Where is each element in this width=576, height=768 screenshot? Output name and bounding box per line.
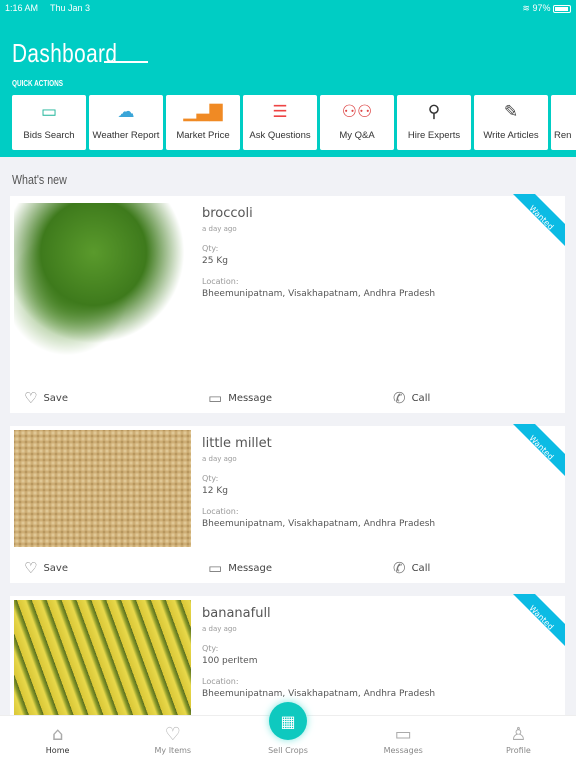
quick-action-write-articles[interactable]: ✎ Write Articles xyxy=(474,95,548,150)
list-item[interactable]: bananafull a day ago Qty: 100 perItem Lo… xyxy=(10,594,565,715)
item-name: broccoli xyxy=(202,206,253,221)
battery-icon xyxy=(553,4,571,13)
weather-icon: ☁ xyxy=(117,102,135,121)
nav-profile[interactable]: ♙ Profile xyxy=(461,716,576,768)
qa-people-icon: ⚇⚇ xyxy=(341,102,373,121)
message-button[interactable]: ▭ Message xyxy=(208,559,272,577)
location-value: Bheemunipatnam, Visakhapatnam, Andhra Pr… xyxy=(202,689,436,699)
status-bar: 1:16 AM Thu Jan 3 ≋ 97% xyxy=(5,3,571,14)
quick-action-partial[interactable]: Ren xyxy=(551,95,576,150)
nav-messages[interactable]: ▭ Messages xyxy=(346,716,461,768)
message-icon: ▭ xyxy=(208,389,223,407)
message-icon: ▭ xyxy=(208,559,223,577)
store-icon: ▦ xyxy=(280,711,296,731)
home-icon: ⌂ xyxy=(51,724,64,745)
call-button[interactable]: ✆ Call xyxy=(393,559,430,577)
qty-value: 25 Kg xyxy=(202,256,228,266)
quick-actions: ▭ Bids Search ☁ Weather Report ▁▃▇ Market P… xyxy=(12,95,576,150)
heart-icon: ♡ xyxy=(24,389,38,407)
item-time: a day ago xyxy=(202,625,237,633)
battery-percent: 97% xyxy=(532,3,551,13)
item-time: a day ago xyxy=(202,455,237,463)
qty-label: Qty: xyxy=(202,474,219,483)
status-date: Thu Jan 3 xyxy=(50,3,91,13)
quick-action-market-price[interactable]: ▁▃▇ Market Price xyxy=(166,95,240,150)
header: 1:16 AM Thu Jan 3 ≋ 97% Dashboard QUICK A… xyxy=(0,0,576,157)
wifi-icon: ≋ xyxy=(522,3,530,13)
sell-crops-button[interactable]: ▦ xyxy=(269,702,307,740)
save-button[interactable]: ♡ Save xyxy=(24,559,68,577)
save-button[interactable]: ♡ Save xyxy=(24,389,68,407)
list-item[interactable]: broccoli a day ago Qty: 25 Kg Location: … xyxy=(10,194,565,413)
banana-image xyxy=(14,600,191,715)
status-time: 1:16 AM xyxy=(5,3,39,13)
sale-sign-icon: ▭ xyxy=(40,102,58,121)
location-value: Bheemunipatnam, Visakhapatnam, Andhra Pr… xyxy=(202,519,436,529)
location-value: Bheemunipatnam, Visakhapatnam, Andhra Pr… xyxy=(202,289,436,299)
wanted-badge: Wanted xyxy=(505,424,565,484)
qty-label: Qty: xyxy=(202,244,219,253)
item-time: a day ago xyxy=(202,225,237,233)
millet-image xyxy=(14,430,191,547)
item-name: little millet xyxy=(202,436,272,451)
location-label: Location: xyxy=(202,277,239,286)
nav-my-items[interactable]: ♡ My Items xyxy=(115,716,230,768)
message-button[interactable]: ▭ Message xyxy=(208,389,272,407)
list-item[interactable]: little millet a day ago Qty: 12 Kg Locat… xyxy=(10,424,565,583)
item-name: bananafull xyxy=(202,606,271,621)
wanted-badge: Wanted xyxy=(505,194,565,254)
call-button[interactable]: ✆ Call xyxy=(393,389,430,407)
pen-document-icon: ✎ xyxy=(503,102,519,121)
wanted-badge: Wanted xyxy=(505,594,565,654)
magnifier-person-icon: ⚲ xyxy=(427,102,441,121)
phone-icon: ✆ xyxy=(393,559,406,577)
quick-actions-label: QUICK ACTIONS xyxy=(12,79,63,88)
quick-action-bids-search[interactable]: ▭ Bids Search xyxy=(12,95,86,150)
message-icon: ▭ xyxy=(394,724,412,745)
page-title: Dashboard xyxy=(12,38,118,68)
quick-action-my-qa[interactable]: ⚇⚇ My Q&A xyxy=(320,95,394,150)
question-list-icon: ☰ xyxy=(272,102,288,121)
location-label: Location: xyxy=(202,677,239,686)
location-label: Location: xyxy=(202,507,239,516)
quick-action-ask-questions[interactable]: ☰ Ask Questions xyxy=(243,95,317,150)
bar-chart-icon: ▁▃▇ xyxy=(183,102,223,121)
title-underline xyxy=(104,61,148,63)
phone-icon: ✆ xyxy=(393,389,406,407)
user-icon: ♙ xyxy=(510,724,527,745)
heart-icon: ♡ xyxy=(164,724,181,745)
quick-action-hire-experts[interactable]: ⚲ Hire Experts xyxy=(397,95,471,150)
qty-value: 100 perItem xyxy=(202,656,258,666)
nav-home[interactable]: ⌂ Home xyxy=(0,716,115,768)
broccoli-image xyxy=(14,203,191,368)
qty-label: Qty: xyxy=(202,644,219,653)
heart-icon: ♡ xyxy=(24,559,38,577)
qty-value: 12 Kg xyxy=(202,486,228,496)
section-title: What's new xyxy=(12,172,67,187)
quick-action-weather-report[interactable]: ☁ Weather Report xyxy=(89,95,163,150)
